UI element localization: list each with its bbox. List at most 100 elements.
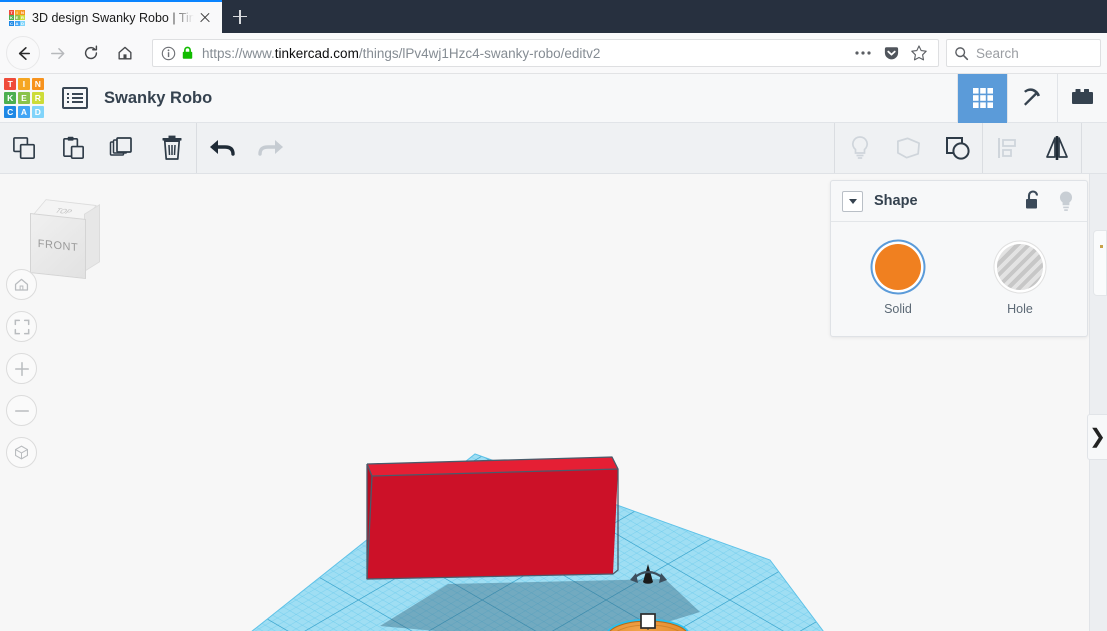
logo-tile: D bbox=[31, 105, 44, 118]
redo-arrow-icon bbox=[257, 140, 283, 156]
back-button[interactable] bbox=[6, 36, 40, 70]
blocks-mode-button[interactable] bbox=[957, 73, 1007, 123]
browser-tab[interactable]: TIN KER CAD 3D design Swanky Robo | Tink… bbox=[0, 0, 222, 33]
page-title: Swanky Robo bbox=[104, 88, 213, 107]
ortho-toggle-button[interactable] bbox=[6, 437, 37, 468]
view-cube-right-face[interactable] bbox=[84, 204, 100, 272]
mirror-button[interactable] bbox=[1032, 123, 1081, 174]
ungroup-icon bbox=[945, 137, 970, 160]
new-tab-button[interactable] bbox=[222, 0, 258, 33]
url-text[interactable]: https://www.tinkercad.com/things/lPv4wj1… bbox=[202, 46, 850, 61]
reload-button[interactable] bbox=[74, 36, 108, 70]
fit-view-button[interactable] bbox=[6, 311, 37, 342]
view-nav-buttons bbox=[6, 269, 37, 479]
group-button[interactable] bbox=[884, 123, 933, 174]
unlock-icon[interactable] bbox=[1023, 190, 1043, 212]
paste-button[interactable] bbox=[49, 123, 98, 174]
copy-button[interactable] bbox=[0, 123, 49, 174]
undo-button[interactable] bbox=[197, 123, 246, 174]
page-actions-icon[interactable] bbox=[850, 40, 876, 66]
duplicate-button[interactable] bbox=[98, 123, 147, 174]
logo-tile: E bbox=[17, 91, 31, 105]
reload-icon bbox=[84, 45, 98, 60]
redo-button[interactable] bbox=[246, 123, 295, 174]
trash-icon bbox=[162, 135, 181, 160]
bricks-mode-button[interactable] bbox=[1057, 73, 1107, 123]
shape-panel-body: Solid Hole bbox=[831, 222, 1087, 336]
collapsed-panel-card[interactable] bbox=[1093, 230, 1107, 296]
url-bar[interactable]: https://www.tinkercad.com/things/lPv4wj1… bbox=[152, 39, 939, 67]
forward-button[interactable] bbox=[40, 36, 74, 70]
zoom-out-button[interactable] bbox=[6, 395, 37, 426]
group-shape-icon bbox=[897, 137, 920, 159]
logo-tile: T bbox=[4, 78, 17, 91]
fit-all-icon bbox=[14, 319, 29, 334]
shape-inspector-panel: Shape Solid Hole bbox=[830, 180, 1088, 337]
brick-icon bbox=[1071, 89, 1093, 104]
expand-panel-handle[interactable]: ❯ bbox=[1087, 414, 1107, 460]
logo-tile: I bbox=[17, 78, 31, 91]
pocket-icon[interactable] bbox=[878, 40, 904, 66]
3d-viewport[interactable]: Workplane bbox=[0, 174, 1107, 631]
edit-toolbar-left-group bbox=[0, 123, 196, 173]
grid-icon bbox=[972, 88, 993, 108]
hole-swatch[interactable]: Hole bbox=[990, 244, 1050, 316]
search-icon bbox=[955, 46, 969, 60]
solid-color-circle bbox=[875, 244, 921, 290]
back-arrow-icon bbox=[18, 46, 30, 60]
hole-label: Hole bbox=[1007, 302, 1033, 316]
shape-panel-actions bbox=[1023, 189, 1076, 213]
logo-tile: K bbox=[4, 91, 17, 105]
lightbulb-icon bbox=[851, 136, 868, 159]
bookmark-star-icon[interactable] bbox=[906, 40, 932, 66]
align-mirror-group bbox=[983, 123, 1081, 173]
chevron-down-icon[interactable] bbox=[842, 190, 863, 212]
logo-tile: A bbox=[17, 105, 31, 118]
shape-panel-title: Shape bbox=[874, 193, 918, 209]
toolbar-end-pad bbox=[1082, 123, 1107, 173]
lightbulb-icon[interactable] bbox=[1056, 189, 1076, 213]
minecraft-mode-button[interactable] bbox=[1007, 73, 1057, 123]
home-view-button[interactable] bbox=[6, 269, 37, 300]
copy-icon bbox=[13, 136, 35, 159]
view-cube[interactable]: TOP FRONT bbox=[22, 196, 102, 279]
red-box-shape bbox=[366, 456, 619, 580]
tinkercad-logo[interactable]: T I N K E R C A D bbox=[4, 78, 44, 118]
list-menu-icon[interactable] bbox=[62, 87, 88, 109]
delete-button[interactable] bbox=[147, 123, 196, 174]
close-icon[interactable] bbox=[196, 9, 214, 27]
undo-redo-group bbox=[197, 123, 295, 173]
duplicate-icon bbox=[109, 137, 132, 156]
logo-tile: C bbox=[4, 105, 17, 118]
solid-label: Solid bbox=[884, 302, 912, 316]
search-input[interactable]: Search bbox=[946, 39, 1101, 67]
logo-tile: N bbox=[31, 78, 44, 91]
tinkercad-favicon: TIN KER CAD bbox=[9, 9, 25, 26]
mode-button-group bbox=[957, 73, 1107, 123]
browser-nav-bar: https://www.tinkercad.com/things/lPv4wj1… bbox=[0, 33, 1107, 74]
right-panel-strip bbox=[1089, 174, 1107, 631]
light-button[interactable] bbox=[835, 123, 884, 174]
ungroup-button[interactable] bbox=[933, 123, 982, 174]
info-icon[interactable] bbox=[161, 46, 176, 61]
view-cube-front-face[interactable]: FRONT bbox=[30, 213, 86, 279]
align-button[interactable] bbox=[983, 123, 1032, 174]
chevron-right-icon: ❯ bbox=[1089, 426, 1106, 448]
lock-icon[interactable] bbox=[181, 46, 194, 60]
edit-toolbar-right-group bbox=[835, 123, 982, 173]
solid-swatch[interactable]: Solid bbox=[868, 244, 928, 316]
align-icon bbox=[997, 138, 1016, 158]
shape-panel-header: Shape bbox=[831, 181, 1087, 222]
clipboard-paste-icon bbox=[62, 136, 84, 159]
home-icon bbox=[118, 46, 132, 60]
zoom-in-button[interactable] bbox=[6, 353, 37, 384]
search-placeholder: Search bbox=[976, 45, 1019, 61]
minus-icon bbox=[14, 409, 29, 412]
browser-tab-bar: TIN KER CAD 3D design Swanky Robo | Tink… bbox=[0, 0, 1107, 33]
home-button[interactable] bbox=[108, 36, 142, 70]
panel-indicator-dot bbox=[1100, 245, 1103, 248]
mirror-flip-icon bbox=[1045, 136, 1068, 160]
plus-icon bbox=[14, 361, 29, 376]
pickaxe-icon bbox=[1023, 88, 1040, 106]
